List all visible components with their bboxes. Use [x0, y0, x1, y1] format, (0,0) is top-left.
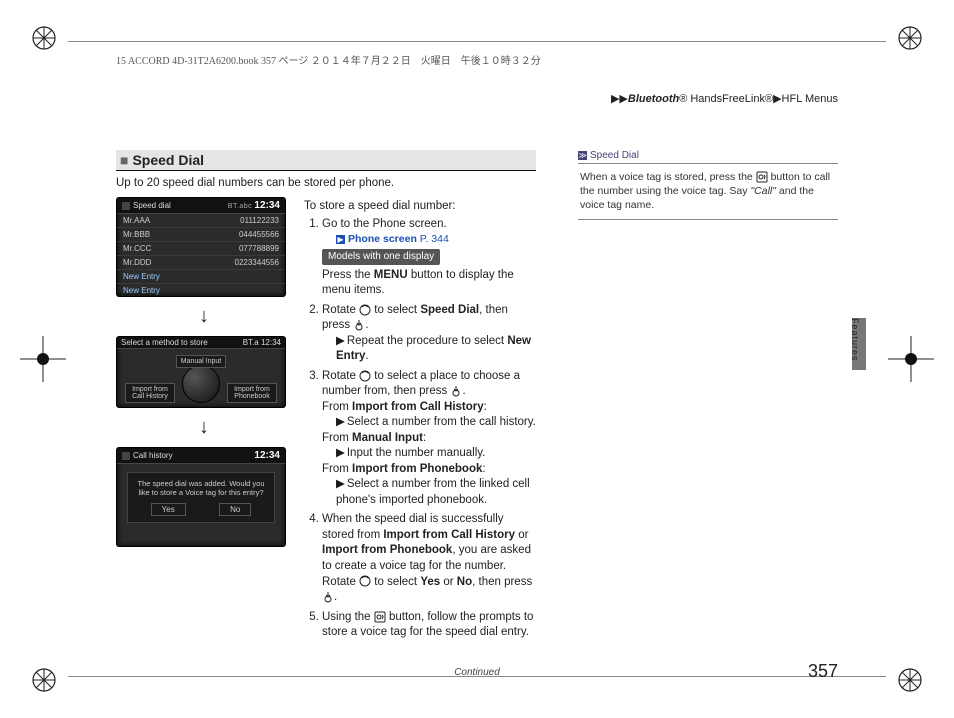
crosshair-right	[888, 336, 934, 382]
rotate-dial-icon	[359, 304, 371, 316]
screenshot-speed-dial-list: Speed dial BT.abc 12:34 Mr.AAA011122233 …	[116, 197, 286, 297]
talk-button-icon	[374, 611, 386, 623]
screenshot-voice-tag-dialog: Call history 12:34 The speed dial was ad…	[116, 447, 286, 547]
models-one-display-pill: Models with one display	[322, 249, 440, 265]
sidenote-body: When a voice tag is stored, press the bu…	[578, 163, 838, 220]
reg-mark-tl	[30, 24, 58, 52]
knob-icon	[182, 365, 220, 403]
sidenote-title: ≫Speed Dial	[578, 150, 838, 161]
top-rule	[68, 41, 886, 42]
section-heading: ■Speed Dial	[116, 150, 536, 171]
arrow-down-icon: ↓	[116, 416, 292, 439]
step-4: When the speed dial is successfully stor…	[322, 512, 536, 605]
breadcrumb: ▶▶Bluetooth® HandsFreeLink®▶HFL Menus	[611, 92, 838, 105]
step-1: Go to the Phone screen. ▶Phone screen P.…	[322, 217, 536, 299]
ref-phone-screen: ▶Phone screen P. 344	[336, 232, 536, 246]
talk-button-icon	[756, 171, 768, 183]
press-menu-text: Press the MENU button to display the men…	[322, 268, 536, 299]
arrow-down-icon: ↓	[116, 305, 292, 328]
to-store-line: To store a speed dial number:	[304, 199, 536, 215]
rotate-dial-icon	[359, 370, 371, 382]
step-3: Rotate to select a place to choose a num…	[322, 369, 536, 509]
page-number: 357	[808, 661, 838, 682]
section-title: Speed Dial	[132, 152, 204, 168]
doc-info: 15 ACCORD 4D-31T2A6200.book 357 ページ ２０１４…	[116, 52, 541, 67]
screenshot-select-method: Select a method to store BT.a 12:34 Manu…	[116, 336, 286, 408]
step-5: Using the button, follow the prompts to …	[322, 610, 536, 641]
press-button-icon	[450, 385, 462, 397]
edge-tab-label: Features	[850, 318, 860, 362]
press-button-icon	[322, 591, 334, 603]
press-button-icon	[353, 319, 365, 331]
reg-mark-tr	[896, 24, 924, 52]
crosshair-left	[20, 336, 66, 382]
intro-text: Up to 20 speed dial numbers can be store…	[116, 177, 536, 189]
step-2: Rotate to select Speed Dial, then press …	[322, 303, 536, 365]
rotate-dial-icon	[359, 575, 371, 587]
